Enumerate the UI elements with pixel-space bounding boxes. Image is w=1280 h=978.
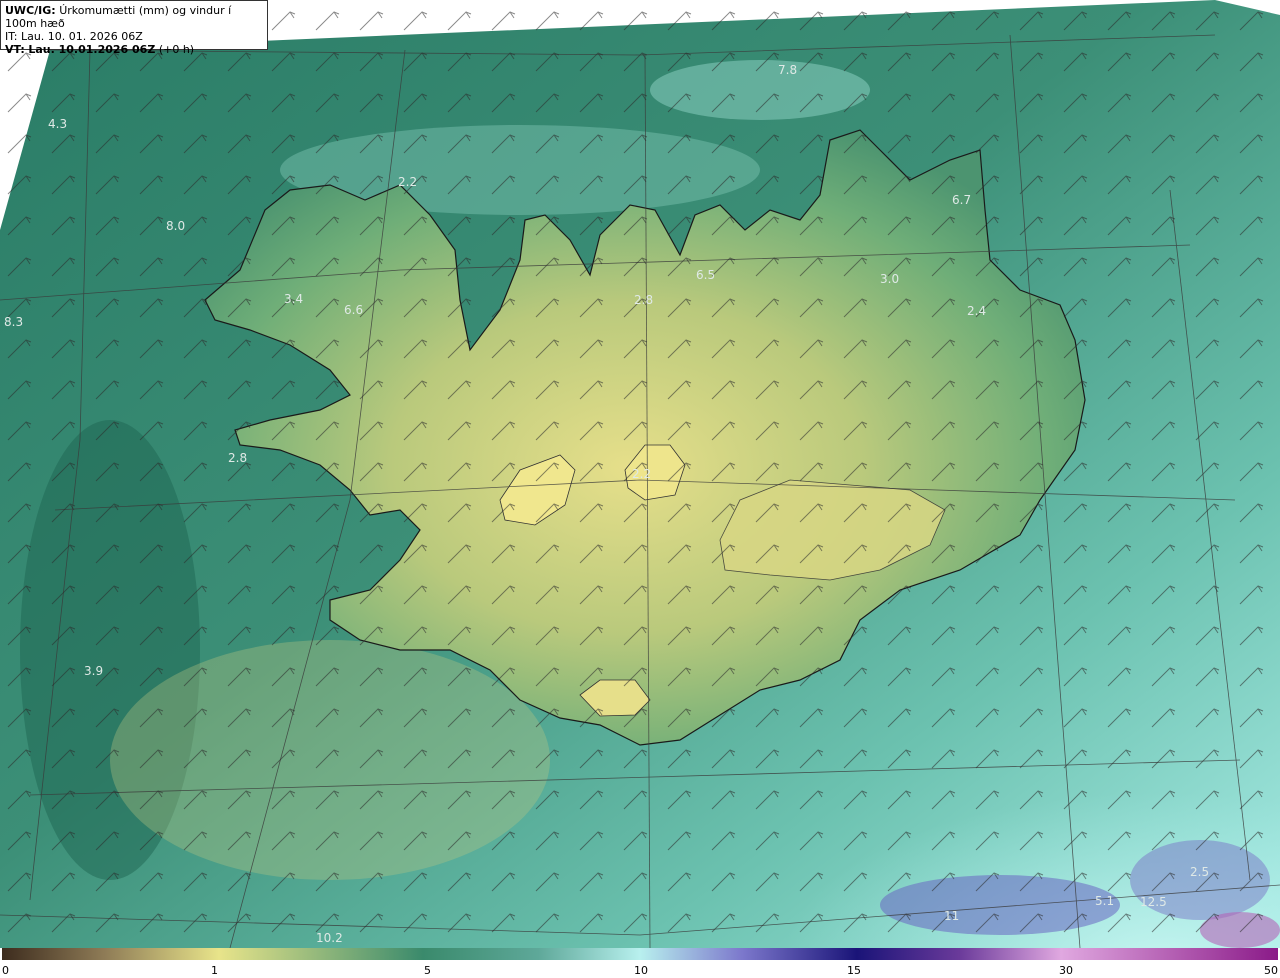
value-label: 2.5 xyxy=(1190,865,1209,879)
model-name: UWC/IG: xyxy=(5,4,56,17)
value-label: 2.8 xyxy=(634,293,653,307)
precipitation-map: 7.8 4.3 2.2 8.0 6.7 6.5 3.0 2.8 3.4 6.6 … xyxy=(0,0,1280,948)
value-label: 2.2 xyxy=(398,175,417,189)
legend-tick: 15 xyxy=(847,964,861,977)
legend-tick: 0 xyxy=(2,964,9,977)
map-info-box: UWC/IG: Úrkomumætti (mm) og vindur í 100… xyxy=(0,0,268,56)
value-label: 3.4 xyxy=(284,292,303,306)
color-legend: 0 1 5 10 15 30 50 xyxy=(0,948,1280,978)
value-label: 11 xyxy=(944,909,959,923)
value-label: 6.5 xyxy=(696,268,715,282)
legend-tick: 10 xyxy=(634,964,648,977)
legend-color-bar xyxy=(2,948,1278,960)
value-label: 10.2 xyxy=(316,931,343,945)
value-label: 7.8 xyxy=(778,63,797,77)
forecast-offset: (+0 h) xyxy=(158,43,195,56)
valid-time: Lau. 10.01.2026 06Z xyxy=(28,43,156,56)
legend-tick: 50 xyxy=(1264,964,1278,977)
value-label: 2.4 xyxy=(967,304,986,318)
init-time: IT: Lau. 10. 01. 2026 06Z xyxy=(5,30,143,43)
value-label: 6.7 xyxy=(952,193,971,207)
value-label: 4.3 xyxy=(48,117,67,131)
value-label: 5.1 xyxy=(1095,894,1114,908)
value-label: 12.5 xyxy=(1140,895,1167,909)
legend-tick: 30 xyxy=(1059,964,1073,977)
value-label: 3.9 xyxy=(84,664,103,678)
valid-time-prefix: VT: xyxy=(5,43,25,56)
value-label: 2.8 xyxy=(228,451,247,465)
value-label: 8.0 xyxy=(166,219,185,233)
value-label: 3.0 xyxy=(880,272,899,286)
value-label: 8.3 xyxy=(4,315,23,329)
legend-tick: 1 xyxy=(211,964,218,977)
value-label: 6.6 xyxy=(344,303,363,317)
legend-tick: 5 xyxy=(424,964,431,977)
value-label: 2.2 xyxy=(632,467,651,481)
